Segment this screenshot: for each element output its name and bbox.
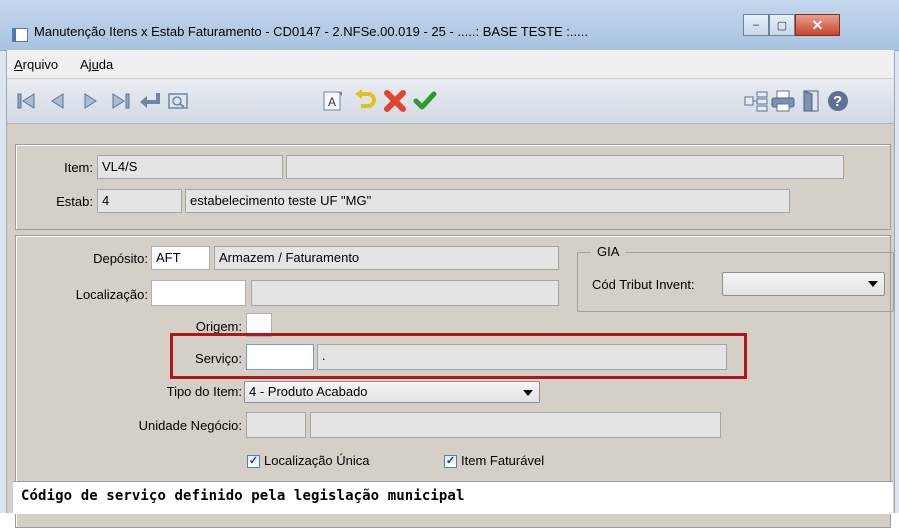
minimize-icon: – bbox=[752, 19, 760, 31]
maximize-icon: ▢ bbox=[776, 19, 788, 32]
item-code-field[interactable]: VL4/S bbox=[97, 155, 283, 179]
undo-icon bbox=[355, 89, 376, 108]
title-bar[interactable]: Manutenção Itens x Estab Faturamento - C… bbox=[0, 0, 899, 51]
deposito-description-field[interactable]: Armazem / Faturamento bbox=[214, 246, 559, 270]
last-record-button[interactable] bbox=[108, 88, 134, 114]
menu-bar: Arquivo Ajuda bbox=[7, 50, 894, 79]
font-icon: A bbox=[323, 91, 342, 111]
unidade-negocio-field[interactable] bbox=[246, 412, 306, 438]
origem-label: Origem: bbox=[195, 319, 242, 334]
menu-arquivo[interactable]: Arquivo bbox=[14, 57, 58, 72]
last-record-icon bbox=[112, 93, 130, 109]
first-record-icon bbox=[17, 93, 35, 109]
tipo-item-select[interactable]: 4 - Produto Acabado bbox=[244, 381, 540, 403]
servico-highlight-box bbox=[170, 333, 747, 379]
item-description-field[interactable] bbox=[286, 155, 844, 179]
cod-tribut-invent-select[interactable] bbox=[722, 272, 885, 296]
zoom-icon bbox=[168, 93, 188, 109]
confirm-icon bbox=[413, 91, 437, 110]
maximize-button[interactable]: ▢ bbox=[769, 14, 795, 36]
cancel-button[interactable] bbox=[382, 88, 408, 114]
menu-arquivo-hotkey: A bbox=[14, 57, 23, 72]
first-record-button[interactable] bbox=[13, 88, 39, 114]
menu-ajuda[interactable]: Ajuda bbox=[80, 57, 113, 72]
print-icon bbox=[771, 90, 795, 112]
deposito-label: Depósito: bbox=[93, 251, 148, 266]
confirm-button[interactable] bbox=[412, 88, 438, 114]
chevron-down-icon bbox=[523, 390, 533, 396]
item-label: Item: bbox=[64, 160, 93, 175]
localizacao-field[interactable] bbox=[151, 280, 246, 306]
minimize-button[interactable]: – bbox=[743, 14, 769, 36]
estab-label: Estab: bbox=[56, 194, 93, 209]
localizacao-unica-checkbox[interactable]: ✓ bbox=[247, 455, 260, 468]
estab-code-field[interactable]: 4 bbox=[97, 189, 182, 213]
localizacao-unica-label[interactable]: Localização Única bbox=[264, 453, 370, 468]
close-button[interactable]: ✕ bbox=[795, 14, 840, 36]
menu-ajuda-hotkey: u bbox=[91, 57, 99, 72]
estab-description-field[interactable]: estabelecimento teste UF "MG" bbox=[185, 189, 790, 213]
status-bar: Código de serviço definido pela legislaç… bbox=[13, 481, 893, 514]
window-controls: – ▢ ✕ bbox=[743, 14, 840, 36]
return-button[interactable] bbox=[137, 88, 163, 114]
application-window: Manutenção Itens x Estab Faturamento - C… bbox=[0, 0, 899, 528]
return-icon bbox=[140, 93, 160, 108]
localizacao-label: Localização: bbox=[75, 287, 148, 302]
deposito-field[interactable]: AFT bbox=[151, 246, 210, 270]
next-record-icon bbox=[84, 93, 97, 109]
cancel-icon bbox=[384, 90, 406, 112]
window-title: Manutenção Itens x Estab Faturamento - C… bbox=[34, 24, 588, 39]
menu-arquivo-label: rquivo bbox=[22, 57, 59, 72]
tipo-item-value: 4 - Produto Acabado bbox=[249, 384, 368, 399]
next-record-button[interactable] bbox=[77, 88, 103, 114]
close-icon: ✕ bbox=[811, 16, 824, 33]
item-faturavel-label[interactable]: Item Faturável bbox=[461, 453, 544, 468]
prev-record-icon bbox=[51, 93, 64, 109]
zoom-button[interactable] bbox=[165, 88, 191, 114]
query-icon bbox=[744, 91, 768, 112]
status-message: Código de serviço definido pela legislaç… bbox=[21, 488, 465, 504]
help-icon: ? bbox=[828, 91, 848, 111]
tipo-item-label: Tipo do Item: bbox=[166, 384, 242, 399]
gia-group-title: GIA bbox=[591, 244, 626, 259]
prev-record-button[interactable] bbox=[45, 88, 71, 114]
font-button[interactable]: A bbox=[320, 88, 346, 114]
unidade-negocio-label: Unidade Negócio: bbox=[138, 418, 242, 433]
query-button[interactable] bbox=[743, 88, 769, 114]
svg-text:A: A bbox=[328, 95, 336, 109]
help-button[interactable]: ? bbox=[825, 88, 851, 114]
localizacao-description-field[interactable] bbox=[251, 280, 559, 306]
unidade-negocio-description-field[interactable] bbox=[310, 412, 721, 438]
exit-button[interactable] bbox=[798, 88, 824, 114]
toolbar: A ? bbox=[7, 79, 894, 124]
menu-ajuda-label-start: Aj bbox=[80, 57, 92, 72]
cod-tribut-invent-label: Cód Tribut Invent: bbox=[592, 277, 695, 292]
undo-button[interactable] bbox=[352, 88, 378, 114]
exit-icon bbox=[803, 90, 819, 112]
app-icon bbox=[12, 28, 28, 42]
item-faturavel-checkbox[interactable]: ✓ bbox=[444, 455, 457, 468]
menu-ajuda-label-end: da bbox=[98, 57, 114, 72]
print-button[interactable] bbox=[770, 88, 796, 114]
svg-text:?: ? bbox=[833, 93, 842, 110]
chevron-down-icon bbox=[868, 281, 878, 287]
